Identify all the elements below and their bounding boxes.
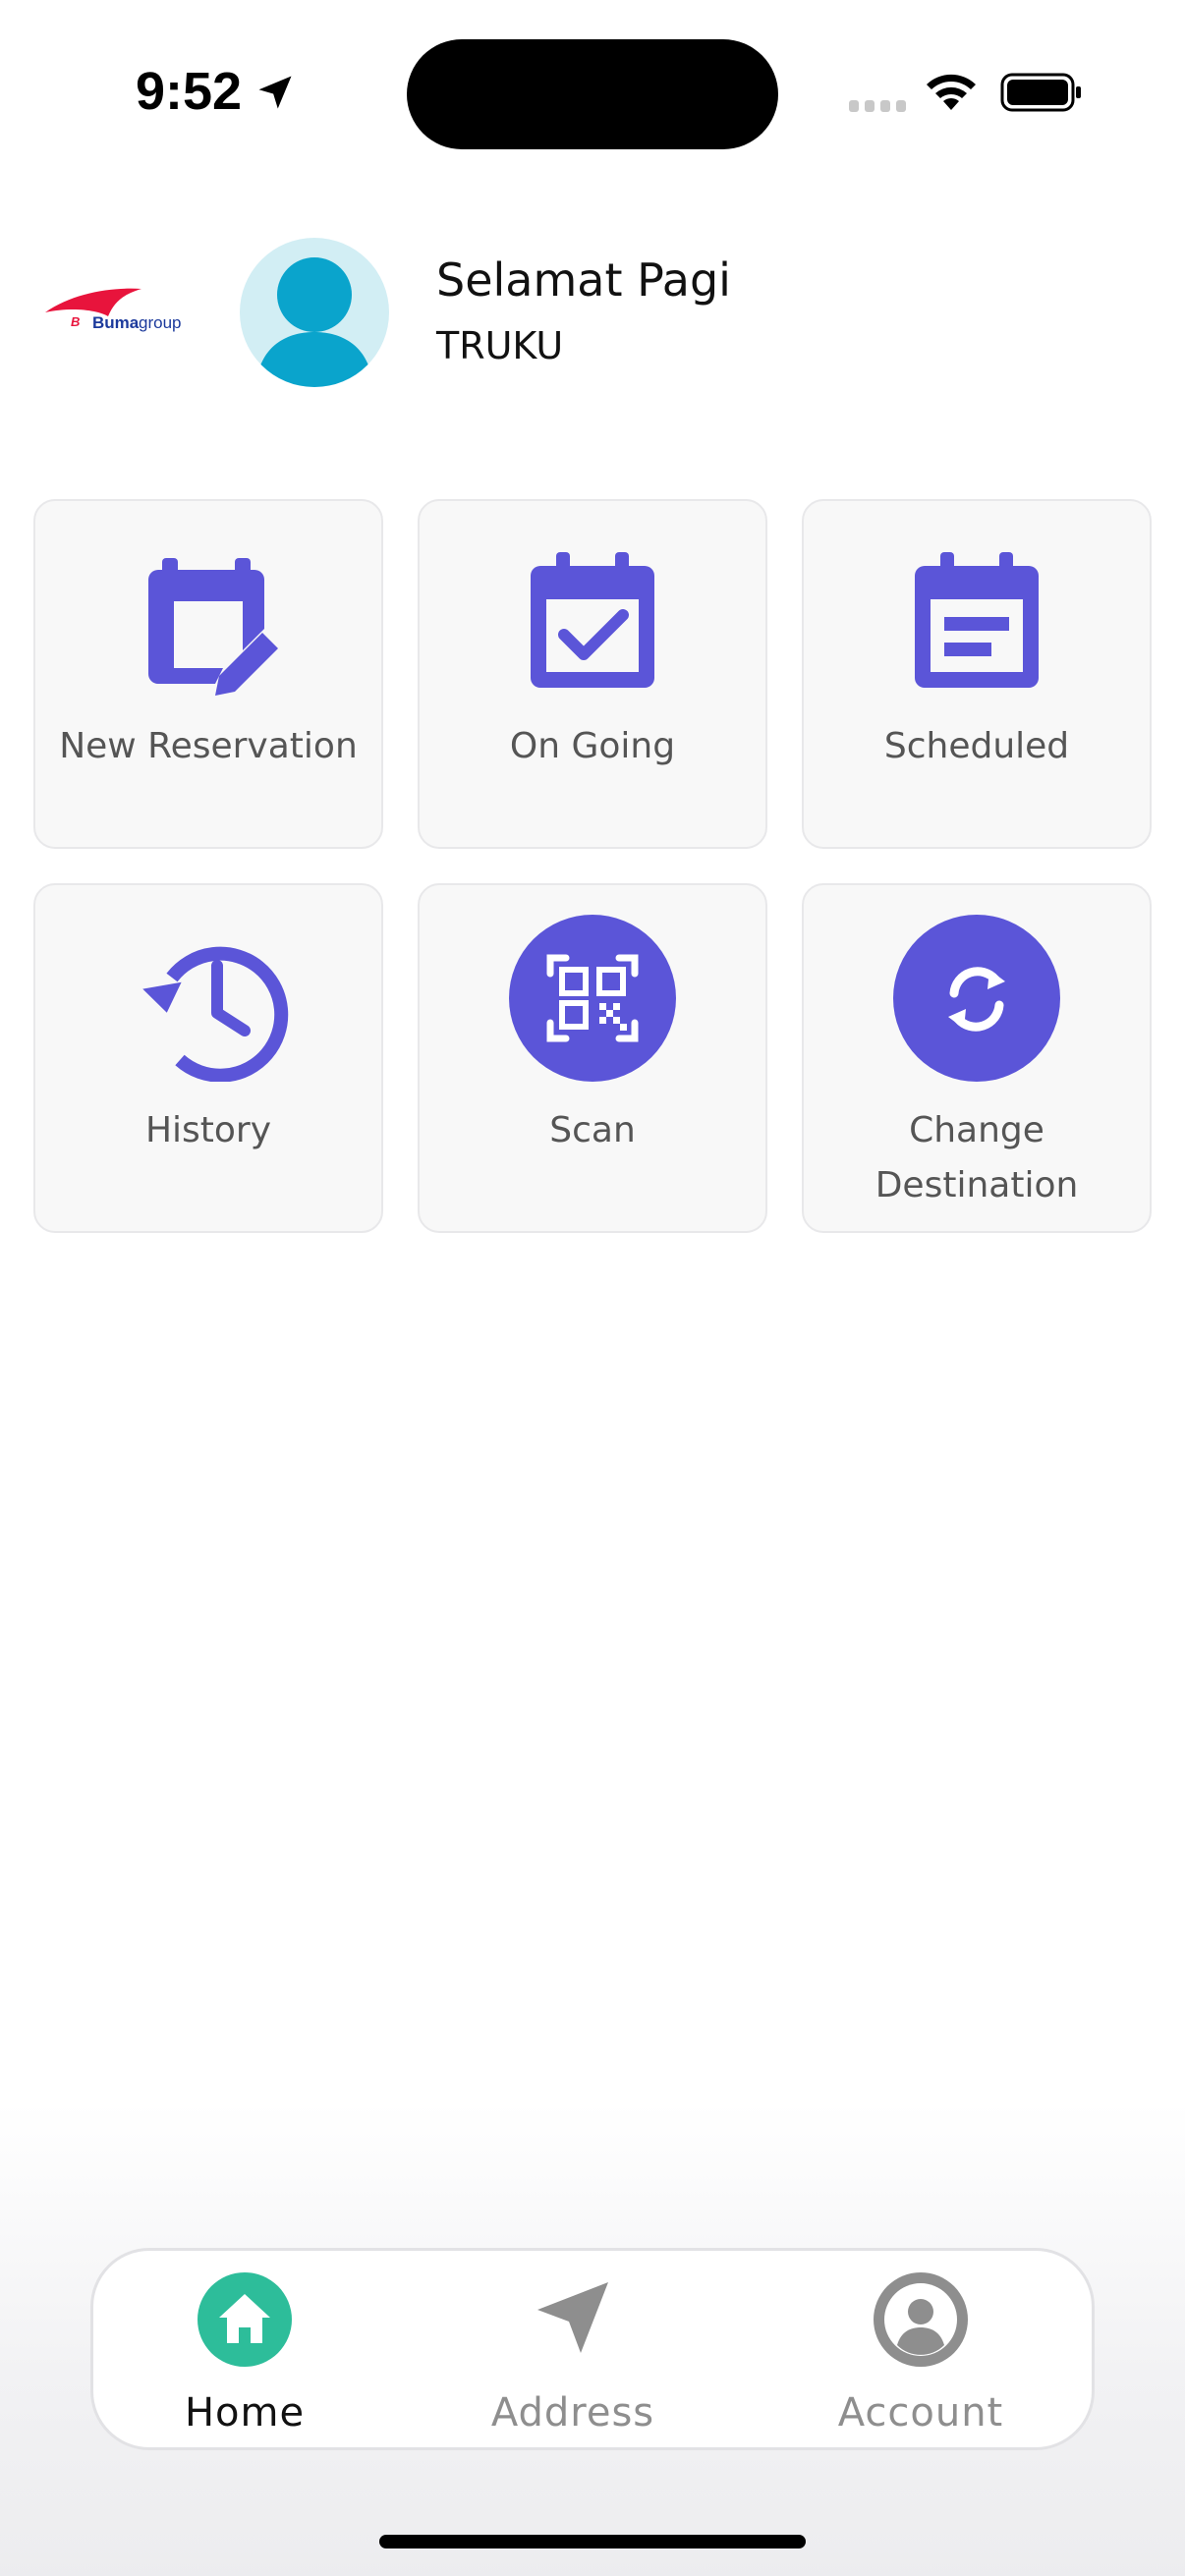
change-destination-tile[interactable]: Change Destination: [802, 883, 1152, 1233]
user-icon: [255, 257, 373, 387]
scheduled-tile[interactable]: Scheduled: [802, 499, 1152, 849]
on-going-tile[interactable]: On Going: [418, 499, 767, 849]
status-time: 9:52: [136, 62, 243, 121]
tile-label-line2: Destination: [875, 1165, 1079, 1205]
battery-icon: [1000, 73, 1081, 112]
calendar-list-icon: [915, 552, 1039, 688]
nav-home-label: Home: [184, 2390, 306, 2436]
calendar-check-icon: [531, 552, 654, 688]
greeting-text: Selamat Pagi: [436, 253, 731, 307]
account-circle-icon: [874, 2272, 968, 2367]
tile-label: Scheduled: [883, 726, 1070, 766]
nav-account[interactable]: Account: [793, 2270, 1048, 2437]
username-text: TRUKU: [436, 324, 564, 367]
avatar[interactable]: [240, 238, 389, 387]
bottom-nav: Home Address Account: [90, 2248, 1095, 2450]
tile-label-line1: Change: [909, 1110, 1044, 1150]
calendar-edit-icon: [148, 558, 278, 696]
home-icon: [198, 2272, 292, 2367]
swap-icon: [893, 915, 1060, 1082]
dynamic-island: [407, 39, 778, 149]
navigation-arrow-icon: [537, 2282, 608, 2353]
svg-text:group: group: [139, 313, 181, 332]
scan-tile[interactable]: Scan: [418, 883, 767, 1233]
history-icon: [142, 946, 289, 1082]
nav-home[interactable]: Home: [117, 2270, 372, 2437]
nav-address[interactable]: Address: [445, 2270, 701, 2437]
tile-label: Scan: [549, 1110, 636, 1150]
tile-label: History: [144, 1110, 272, 1150]
qr-scan-icon: [509, 915, 676, 1082]
tile-label: On Going: [509, 726, 676, 766]
home-screen: 9:52 B Buma group Selamat Pagi TRUKU New…: [0, 0, 1185, 2576]
svg-text:B: B: [71, 314, 80, 329]
svg-text:Buma: Buma: [92, 313, 140, 332]
new-reservation-tile[interactable]: New Reservation: [33, 499, 383, 849]
tile-label: New Reservation: [59, 726, 358, 766]
wifi-icon: [927, 74, 976, 110]
nav-address-label: Address: [490, 2390, 655, 2436]
cellular-signal-icon: [849, 100, 906, 112]
tile-label: Change Destination: [804, 1103, 1150, 1213]
bumagroup-logo: B Buma group: [45, 288, 181, 332]
nav-account-label: Account: [837, 2390, 1004, 2436]
home-indicator: [379, 2535, 806, 2548]
history-tile[interactable]: History: [33, 883, 383, 1233]
location-arrow-icon: [258, 76, 292, 109]
